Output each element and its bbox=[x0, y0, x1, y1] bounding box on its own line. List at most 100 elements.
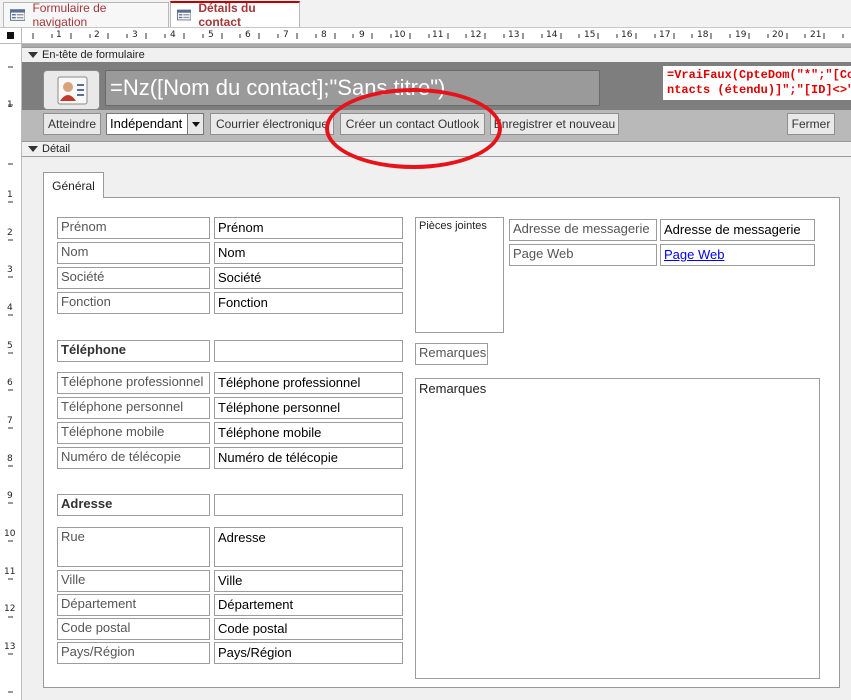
ruler-number: 7 bbox=[283, 30, 289, 40]
ruler-number: 2 bbox=[94, 30, 100, 40]
ruler-number: 11 bbox=[432, 30, 444, 40]
email-button[interactable]: Courrier électronique bbox=[210, 113, 334, 135]
ruler-number: 15 bbox=[584, 30, 596, 40]
contact-card-icon-graphic bbox=[57, 76, 88, 105]
ruler-number: 12 bbox=[470, 30, 482, 40]
form-icon bbox=[10, 9, 26, 21]
ruler-number: 9 bbox=[359, 30, 365, 40]
tab-general[interactable]: Général bbox=[43, 172, 104, 198]
ruler-number: 21 bbox=[810, 30, 822, 40]
adresse-heading-box bbox=[214, 494, 403, 516]
form-icon bbox=[177, 9, 192, 21]
close-button[interactable]: Fermer bbox=[787, 113, 835, 135]
label-societe: Société bbox=[57, 267, 210, 289]
horizontal-ruler[interactable]: 1 2 3 4 5 6 7 8 9 10 11 12 13 14 15 16 1… bbox=[22, 28, 851, 44]
field-email[interactable]: Adresse de messagerie bbox=[660, 219, 815, 241]
label-nom: Nom bbox=[57, 242, 210, 264]
ruler-number: 1 bbox=[7, 190, 13, 200]
ruler-number: 10 bbox=[4, 529, 16, 539]
ruler-number: 8 bbox=[7, 454, 13, 464]
field-nom[interactable]: Nom bbox=[214, 242, 403, 264]
ruler-number: 5 bbox=[7, 341, 13, 351]
tab-formulaire-navigation[interactable]: Formulaire de navigation bbox=[3, 1, 169, 29]
combo-value: Indépendant bbox=[110, 116, 183, 131]
ruler-number: 14 bbox=[546, 30, 558, 40]
ruler-number: 7 bbox=[7, 416, 13, 426]
telephone-heading-box bbox=[214, 340, 403, 362]
field-code-postal[interactable]: Code postal bbox=[214, 618, 403, 640]
label-email: Adresse de messagerie bbox=[509, 219, 657, 241]
label-ville: Ville bbox=[57, 570, 210, 592]
field-tel-mobile[interactable]: Téléphone mobile bbox=[214, 422, 403, 444]
label-remarques: Remarques bbox=[415, 343, 488, 365]
field-tel-perso[interactable]: Téléphone personnel bbox=[214, 397, 403, 419]
ruler-number: 8 bbox=[321, 30, 327, 40]
field-societe[interactable]: Société bbox=[214, 267, 403, 289]
label-tel-pro: Téléphone professionnel bbox=[57, 372, 210, 394]
attachments-field[interactable]: Pièces jointes bbox=[415, 217, 504, 333]
contact-card-icon[interactable] bbox=[43, 70, 100, 110]
ruler-number: 10 bbox=[394, 30, 406, 40]
ruler-number: 19 bbox=[735, 30, 747, 40]
field-fonction[interactable]: Fonction bbox=[214, 292, 403, 314]
ruler-number: 6 bbox=[245, 30, 251, 40]
field-pays[interactable]: Pays/Région bbox=[214, 642, 403, 664]
label-pays: Pays/Région bbox=[57, 642, 210, 664]
ruler-number: 6 bbox=[7, 378, 13, 388]
label-code-postal: Code postal bbox=[57, 618, 210, 640]
expression-line: ntacts (étendu)]";"[ID]<>" & bbox=[667, 83, 851, 97]
label-tel-mobile: Téléphone mobile bbox=[57, 422, 210, 444]
heading-telephone: Téléphone bbox=[57, 340, 210, 362]
create-outlook-contact-button[interactable]: Créer un contact Outlook bbox=[340, 113, 485, 135]
ruler-number: 5 bbox=[208, 30, 214, 40]
save-and-new-button[interactable]: Enregistrer et nouveau bbox=[490, 113, 619, 135]
field-remarques[interactable]: Remarques bbox=[415, 378, 820, 679]
ruler-number: 13 bbox=[4, 642, 16, 652]
expression-line: =VraiFaux(CpteDom("*";"[Co bbox=[667, 68, 851, 82]
ruler-number: 3 bbox=[7, 265, 13, 275]
ruler-number: 16 bbox=[621, 30, 633, 40]
section-arrow-icon bbox=[28, 146, 38, 152]
field-ville[interactable]: Ville bbox=[214, 570, 403, 592]
section-bar-form-header[interactable]: En-tête de formulaire bbox=[22, 47, 851, 63]
ruler-corner-select-form[interactable] bbox=[0, 28, 22, 44]
label-fonction: Fonction bbox=[57, 292, 210, 314]
section-label: Détail bbox=[42, 143, 71, 155]
label-fax: Numéro de télécopie bbox=[57, 447, 210, 469]
field-page-web[interactable]: Page Web bbox=[660, 244, 815, 266]
ruler-number: 11 bbox=[4, 567, 16, 577]
vertical-ruler[interactable]: 1 1 2 3 4 5 6 7 8 9 10 11 12 13 bbox=[0, 44, 22, 700]
section-bar-detail[interactable]: Détail bbox=[22, 141, 851, 157]
contact-name-title-field[interactable]: =Nz([Nom du contact];"Sans titre") bbox=[105, 70, 600, 106]
field-tel-pro[interactable]: Téléphone professionnel bbox=[214, 372, 403, 394]
ruler-number: 18 bbox=[697, 30, 709, 40]
field-prenom[interactable]: Prénom bbox=[214, 217, 403, 239]
label-rue: Rue bbox=[57, 527, 210, 567]
tab-details-contact[interactable]: Détails du contact bbox=[170, 1, 300, 29]
field-departement[interactable]: Département bbox=[214, 594, 403, 616]
ruler-number: 1 bbox=[7, 100, 13, 110]
tab-label: Détails du contact bbox=[198, 1, 256, 29]
ruler-number: 13 bbox=[508, 30, 520, 40]
label-prenom: Prénom bbox=[57, 217, 210, 239]
ruler-number: 3 bbox=[132, 30, 138, 40]
tab-label: Formulaire de navigation bbox=[32, 1, 107, 29]
ruler-number: 17 bbox=[659, 30, 671, 40]
chevron-down-icon[interactable] bbox=[187, 114, 203, 134]
ruler-number: 12 bbox=[4, 604, 16, 614]
heading-adresse: Adresse bbox=[57, 494, 210, 516]
field-rue[interactable]: Adresse bbox=[214, 527, 403, 567]
goto-button[interactable]: Atteindre bbox=[43, 113, 101, 135]
ruler-number: 4 bbox=[170, 30, 176, 40]
ruler-number: 4 bbox=[7, 303, 13, 313]
ruler-number: 9 bbox=[7, 491, 13, 501]
visibility-expression-field[interactable]: =VraiFaux(CpteDom("*";"[Co ntacts (étend… bbox=[663, 66, 851, 100]
field-fax[interactable]: Numéro de télécopie bbox=[214, 447, 403, 469]
ruler-ticks bbox=[8, 66, 13, 693]
label-page-web: Page Web bbox=[509, 244, 657, 266]
section-label: En-tête de formulaire bbox=[42, 49, 145, 61]
goto-combo[interactable]: Indépendant bbox=[106, 113, 204, 135]
label-tel-perso: Téléphone personnel bbox=[57, 397, 210, 419]
attachments-label: Pièces jointes bbox=[419, 220, 487, 232]
ruler-number: 2 bbox=[7, 228, 13, 238]
